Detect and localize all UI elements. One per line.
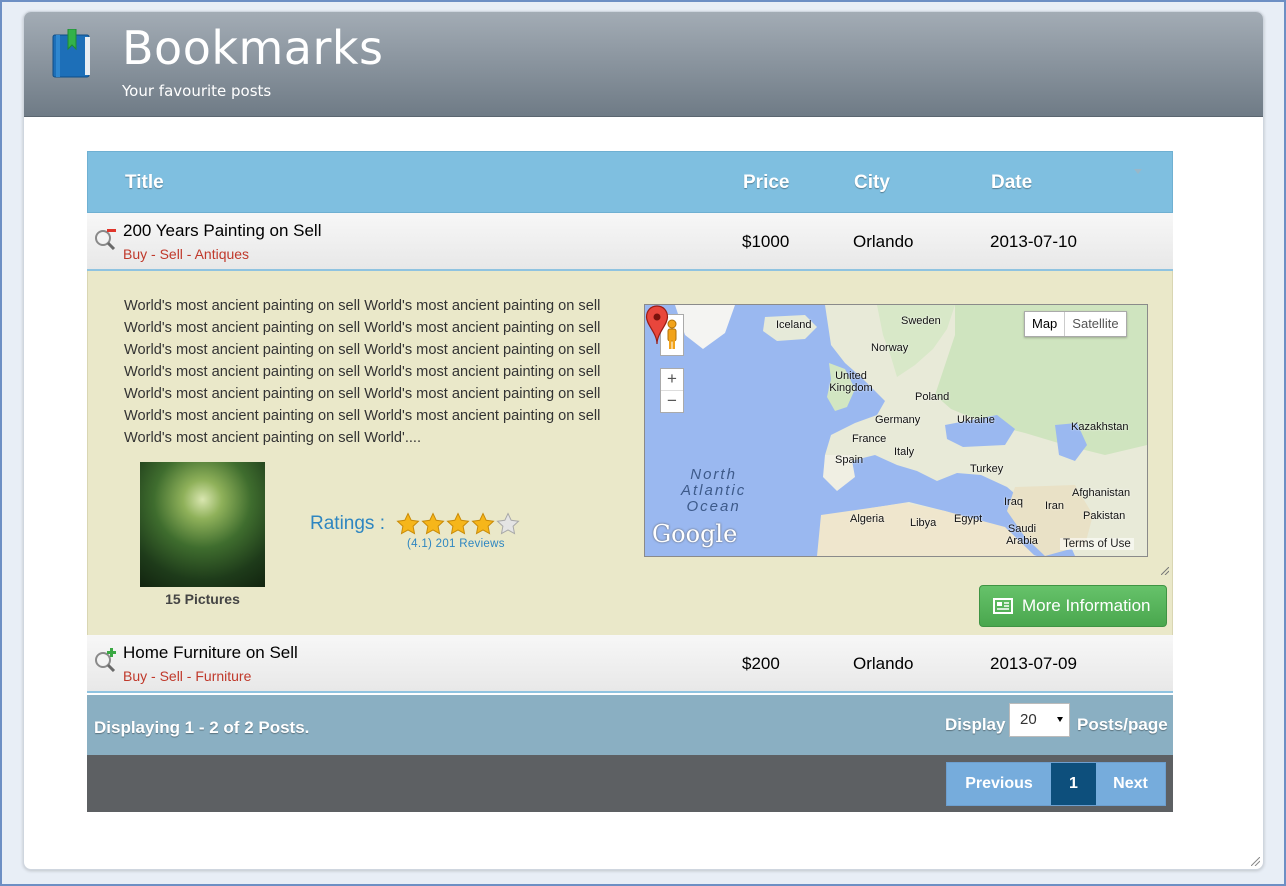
post-price: $200 (742, 654, 780, 673)
star-full-icon (396, 512, 420, 535)
post-title-link[interactable]: 200 Years Painting on Sell (123, 221, 322, 241)
post-categories[interactable]: Buy - Sell - Furniture (123, 668, 251, 684)
table-row[interactable]: Home Furniture on Sell Buy - Sell - Furn… (87, 635, 1173, 693)
column-price-header[interactable]: Price (743, 172, 789, 194)
map-label: Pakistan (1083, 510, 1126, 522)
map-label: Germany (875, 414, 921, 426)
map-label: France (852, 433, 887, 445)
column-city-header[interactable]: City (854, 172, 890, 194)
pagination-bar: Previous 1 Next (87, 755, 1173, 812)
post-categories[interactable]: Buy - Sell - Antiques (123, 246, 249, 262)
map-label: United Kingdom (829, 370, 873, 394)
window-frame: Bookmarks Your favourite posts Title Pri… (0, 0, 1286, 886)
terms-link[interactable]: Terms of Use (1060, 538, 1134, 550)
map-label: Poland (915, 391, 950, 403)
post-detail-panel: World's most ancient painting on sell Wo… (87, 271, 1173, 635)
page-title: Bookmarks (122, 21, 384, 75)
page-size-select[interactable]: 20 (1009, 703, 1070, 737)
table-row[interactable]: 200 Years Painting on Sell Buy - Sell - … (87, 213, 1173, 271)
current-page-button[interactable]: 1 (1051, 763, 1096, 805)
post-date: 2013-07-09 (990, 654, 1077, 673)
page-subtitle: Your favourite posts (122, 82, 272, 100)
table-header: Title Price City Date (87, 151, 1173, 213)
map-label: Kazakhstan (1071, 421, 1129, 433)
map-label: Spain (835, 454, 864, 466)
ratings-label: Ratings : (310, 513, 385, 534)
map-label: Algeria (850, 513, 885, 525)
column-date-header[interactable]: Date (991, 172, 1032, 194)
page-size-value: 20 (1020, 711, 1037, 728)
map-label: Turkey (970, 463, 1004, 475)
pagination: Previous 1 Next (946, 762, 1166, 806)
star-full-icon (471, 512, 495, 535)
map-label: Iceland (776, 319, 812, 331)
map-label: Ukraine (957, 414, 995, 426)
ocean-label: North Atlantic Ocean (681, 466, 747, 515)
zoom-out-button[interactable]: − (661, 391, 683, 412)
map-label: Afghanistan (1072, 487, 1131, 499)
results-summary: Displaying 1 - 2 of 2 Posts. (94, 718, 310, 737)
dropdown-arrow-icon (1057, 717, 1063, 722)
magnifier-plus-icon[interactable] (93, 648, 117, 672)
map-label: Sweden (901, 315, 941, 327)
post-title-link[interactable]: Home Furniture on Sell (123, 643, 298, 663)
post-date: 2013-07-10 (990, 232, 1077, 251)
more-information-label: More Information (1022, 596, 1151, 615)
table-footer: Displaying 1 - 2 of 2 Posts. Display 20 … (87, 695, 1173, 755)
map-label: Italy (894, 446, 915, 458)
post-description: World's most ancient painting on sell Wo… (124, 298, 601, 446)
post-city: Orlando (853, 654, 914, 673)
google-logo: Google (652, 520, 738, 548)
zoom-in-button[interactable]: + (661, 369, 683, 391)
posts-per-page-label: Posts/page (1077, 715, 1168, 734)
location-map[interactable]: Iceland Sweden Norway United Kingdom Pol… (644, 304, 1148, 557)
star-full-icon (421, 512, 445, 535)
pictures-count: 15 Pictures (165, 591, 240, 607)
map-label: Saudi Arabia (1006, 523, 1038, 547)
map-label: Norway (871, 342, 909, 354)
map-type-map-button[interactable]: Map (1025, 312, 1064, 336)
book-icon (52, 29, 90, 78)
map-label: Iran (1045, 500, 1064, 512)
map-label: Egypt (954, 513, 983, 525)
map-type-control: Map Satellite (1024, 311, 1127, 337)
resize-grip-icon[interactable] (1161, 567, 1169, 575)
star-empty-icon (496, 512, 520, 535)
post-price: $1000 (742, 232, 790, 251)
sort-desc-icon (1134, 169, 1142, 174)
map-marker-icon[interactable] (645, 305, 669, 345)
column-title-header[interactable]: Title (125, 172, 164, 194)
map-label: Iraq (1004, 496, 1023, 508)
rating-stars (396, 511, 520, 537)
next-page-button[interactable]: Next (1096, 763, 1165, 805)
reviews-link[interactable]: (4.1) 201 Reviews (407, 538, 505, 550)
resize-grip-icon[interactable] (1251, 857, 1260, 866)
bookmarks-panel: Bookmarks Your favourite posts Title Pri… (23, 11, 1264, 870)
post-city: Orlando (853, 232, 914, 251)
map-label: Libya (910, 517, 937, 529)
page-header: Bookmarks Your favourite posts (24, 12, 1263, 117)
magnifier-minus-icon[interactable] (93, 226, 117, 250)
map-type-satellite-button[interactable]: Satellite (1064, 312, 1125, 336)
newspaper-icon (993, 598, 1013, 614)
previous-page-button[interactable]: Previous (947, 763, 1051, 805)
more-information-button[interactable]: More Information (979, 585, 1167, 627)
star-full-icon (446, 512, 470, 535)
display-label: Display (945, 715, 1006, 734)
post-thumbnail[interactable] (140, 462, 265, 587)
zoom-control: + − (660, 368, 684, 413)
